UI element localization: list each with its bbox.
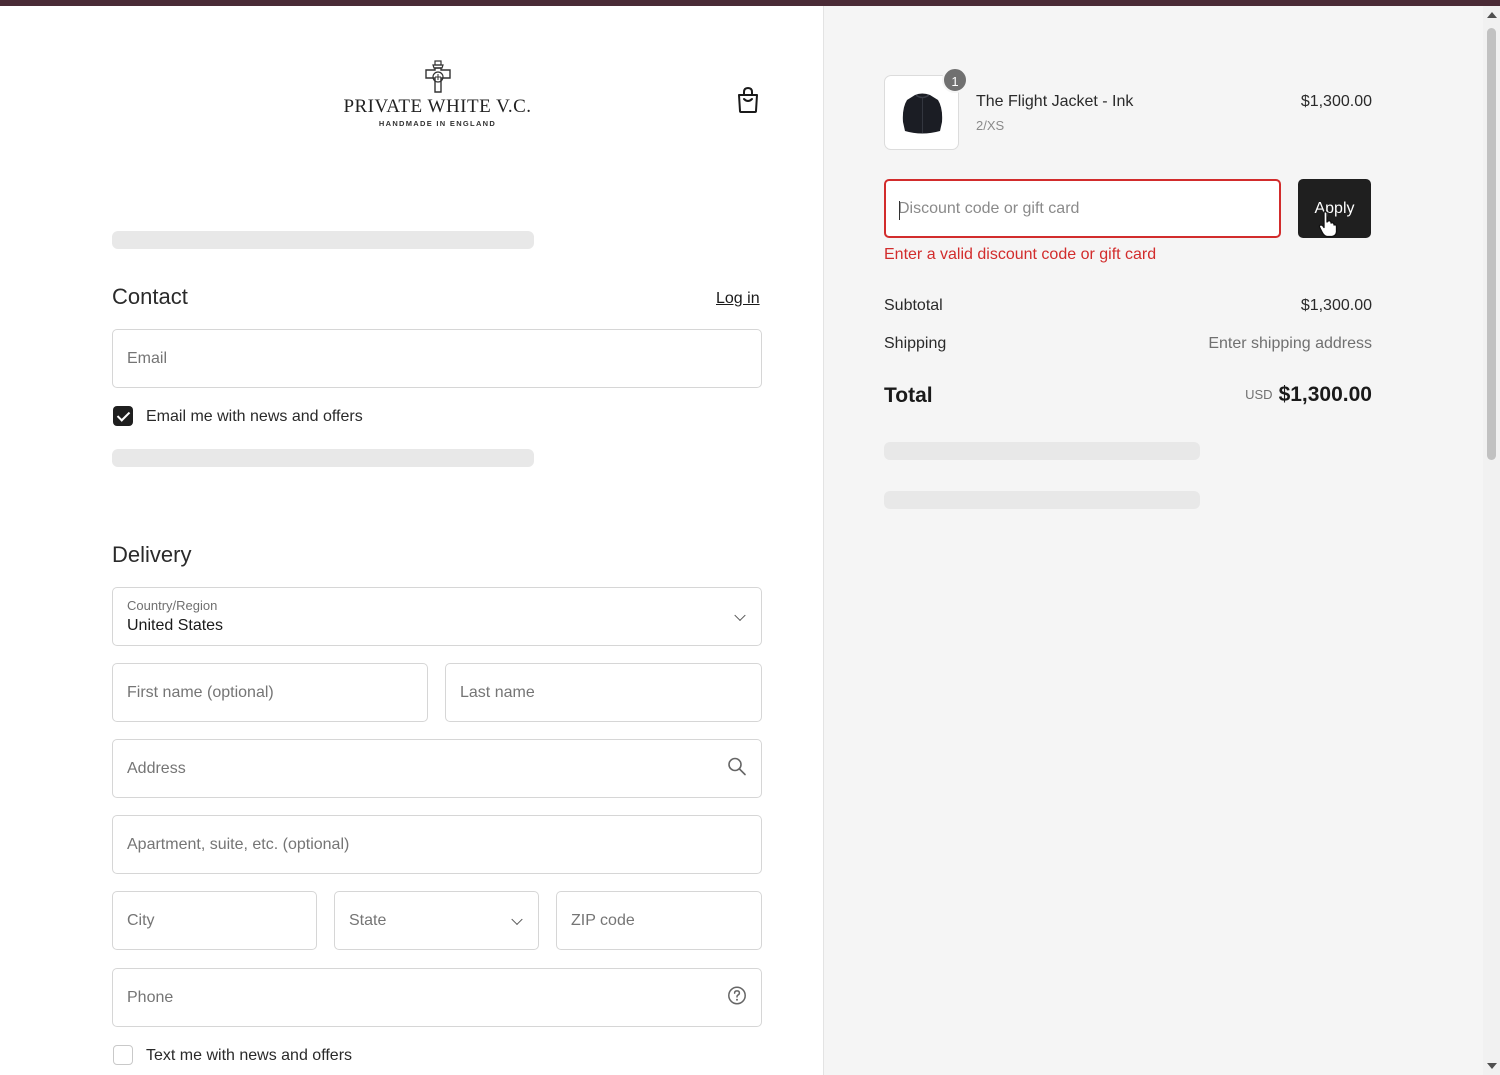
product-name: The Flight Jacket - Ink: [976, 93, 1134, 110]
apartment-input[interactable]: [113, 816, 761, 873]
shopping-bag-icon[interactable]: [735, 86, 761, 114]
city-field[interactable]: [112, 891, 317, 950]
last-name-field[interactable]: [445, 663, 762, 722]
zip-input[interactable]: [557, 892, 761, 949]
contact-heading: Contact: [112, 284, 188, 309]
email-input[interactable]: [113, 330, 761, 387]
total-amount: USD $1,300.00: [1245, 383, 1372, 407]
country-select[interactable]: Country/Region United States: [112, 587, 762, 646]
country-label: Country/Region: [127, 598, 218, 613]
crest-icon: [424, 60, 451, 93]
first-name-input[interactable]: [113, 664, 427, 721]
apartment-field[interactable]: [112, 815, 762, 874]
scrollbar[interactable]: [1483, 6, 1500, 1075]
product-variant: 2/XS: [976, 118, 1005, 133]
total-value: $1,300.00: [1278, 383, 1372, 406]
discount-input[interactable]: [886, 181, 1279, 236]
scrollbar-thumb[interactable]: [1487, 28, 1496, 460]
brand-logo[interactable]: PRIVATE WHITE V.C. HANDMADE IN ENGLAND: [330, 60, 545, 136]
last-name-input[interactable]: [446, 664, 761, 721]
scroll-up-arrow-icon[interactable]: [1487, 12, 1497, 18]
help-icon[interactable]: [727, 985, 747, 1010]
loading-placeholder: [112, 231, 534, 249]
email-field[interactable]: [112, 329, 762, 388]
currency-code: USD: [1245, 387, 1273, 402]
total-label: Total: [884, 384, 933, 407]
state-select[interactable]: State: [334, 891, 539, 950]
delivery-heading: Delivery: [112, 542, 192, 567]
phone-field[interactable]: [112, 968, 762, 1027]
shipping-label: Shipping: [884, 335, 947, 352]
brand-tagline: HANDMADE IN ENGLAND: [378, 119, 497, 128]
zip-field[interactable]: [556, 891, 762, 950]
hand-cursor-icon: [1318, 210, 1338, 238]
newsletter-checkbox[interactable]: [113, 406, 133, 426]
text-caret: [899, 201, 900, 220]
sms-checkbox[interactable]: [113, 1045, 133, 1065]
discount-field[interactable]: [884, 179, 1281, 238]
shipping-value: Enter shipping address: [1208, 335, 1372, 352]
scroll-down-arrow-icon[interactable]: [1487, 1063, 1497, 1069]
quantity-badge: 1: [942, 67, 968, 93]
country-value: United States: [127, 617, 224, 634]
sms-label: Text me with news and offers: [146, 1047, 353, 1064]
brand-name: PRIVATE WHITE V.C.: [343, 96, 532, 117]
chevron-down-icon: [734, 609, 746, 621]
city-input[interactable]: [113, 892, 316, 949]
state-placeholder: State: [349, 911, 387, 929]
loading-placeholder: [112, 449, 534, 467]
first-name-field[interactable]: [112, 663, 428, 722]
address-field[interactable]: [112, 739, 762, 798]
loading-placeholder: [884, 442, 1200, 460]
login-link[interactable]: Log in: [716, 290, 760, 308]
subtotal-value: $1,300.00: [1300, 297, 1372, 314]
address-input[interactable]: [113, 740, 761, 797]
order-summary-panel: [823, 6, 1483, 1075]
subtotal-label: Subtotal: [884, 297, 943, 314]
product-price: $1,300.00: [1300, 93, 1372, 110]
phone-input[interactable]: [113, 969, 761, 1026]
search-icon[interactable]: [727, 756, 747, 781]
chevron-down-icon: [511, 913, 523, 925]
loading-placeholder: [884, 491, 1200, 509]
newsletter-label: Email me with news and offers: [146, 408, 363, 425]
discount-error-message: Enter a valid discount code or gift card: [884, 246, 1157, 263]
